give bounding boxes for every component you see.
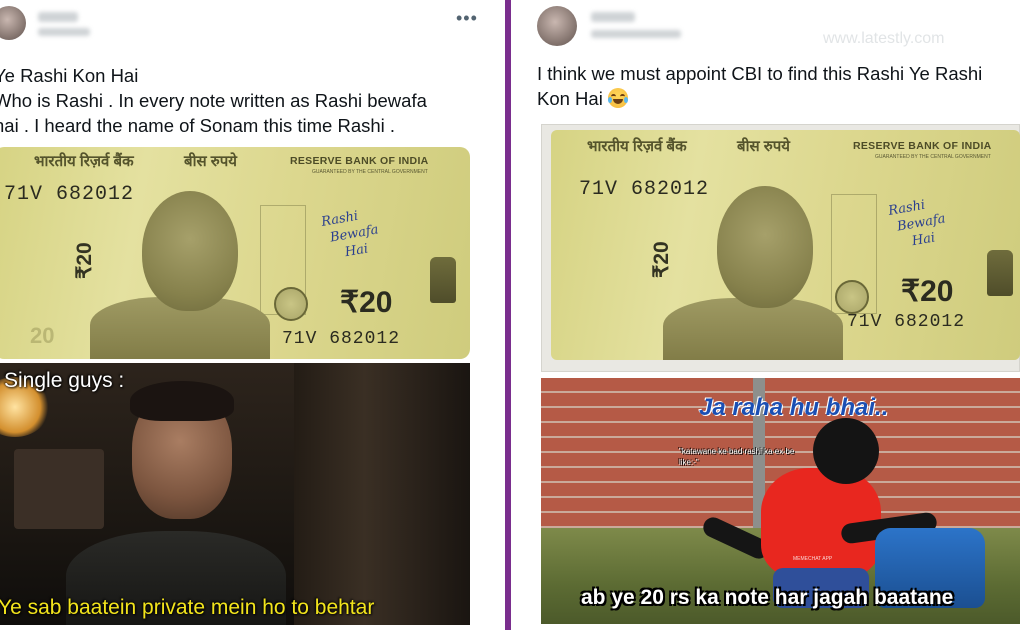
background-frame: [14, 449, 104, 529]
note-rbi-title: RESERVE BANK OF INDIA: [853, 140, 992, 152]
tweet-text-line-3: hai . I heard the name of Sonam this tim…: [0, 115, 396, 136]
note-handwriting: Rashi Bewafa Hai: [887, 194, 950, 254]
meme-image-single-guys[interactable]: Single guys : Ye sab baatein private mei…: [0, 363, 470, 625]
tweet-text-line-1: I think we must appoint CBI to find this…: [537, 63, 983, 84]
meme-caption-small: "katawane ke bad rashi ka ex be like:-": [679, 447, 795, 467]
note-rbi-title: RESERVE BANK OF INDIA: [290, 155, 429, 167]
note-value: ₹20: [340, 286, 393, 319]
meme-caption-top: Ja raha hu bhai..: [699, 394, 889, 421]
avatar[interactable]: [0, 6, 26, 40]
note-serial-top: 71V 682012: [579, 178, 710, 201]
note-faint-value: 20: [30, 323, 55, 348]
note-hindi-bank-name: भारतीय रिज़र्व बैंक: [587, 138, 687, 155]
left-tweet-card: ••• Ye Rashi Kon Hai Who is Rashi . In e…: [0, 0, 505, 630]
note-guarantee-text: GUARANTEED BY THE CENTRAL GOVERNMENT: [312, 169, 428, 175]
blurred-username[interactable]: [38, 12, 78, 22]
blurred-handle[interactable]: [591, 30, 681, 38]
note-hindi-value: बीस रुपये: [184, 153, 237, 170]
note-guarantee-text: GUARANTEED BY THE CENTRAL GOVERNMENT: [875, 154, 991, 160]
tweet-text-line-2: Kon Hai: [537, 88, 603, 109]
note-rbi-seal: [835, 280, 869, 314]
background-shelf: [294, 363, 470, 625]
monkey-head: [813, 418, 879, 484]
tweet-text-line-1: Ye Rashi Kon Hai: [0, 65, 139, 86]
meme-caption-bottom: Ye sab baatein private mein ho to behtar: [0, 596, 375, 619]
note-rbi-seal: [274, 287, 308, 321]
avatar[interactable]: [537, 6, 577, 46]
meme-image-monkey[interactable]: MEMECHAT APP Ja raha hu bhai.. "katawane…: [541, 378, 1020, 624]
app-watermark: MEMECHAT APP: [793, 556, 833, 562]
right-tweet-card: www.latestly.com I think we must appoint…: [511, 0, 1020, 630]
currency-note-image[interactable]: भारतीय रिज़र्व बैंक बीस रुपये RESERVE BA…: [551, 130, 1020, 360]
blurred-username[interactable]: [591, 12, 635, 22]
note-vertical-value: ₹20: [73, 242, 96, 279]
note-portrait: [142, 191, 238, 311]
note-handwriting: Rashi Bewafa Hai: [320, 205, 383, 265]
site-watermark: www.latestly.com: [823, 30, 945, 47]
meme-caption-bottom: ab ye 20 rs ka note har jagah baatane: [581, 586, 954, 609]
note-serial-bottom: 71V 682012: [282, 329, 401, 349]
note-serial-top: 71V 682012: [4, 183, 135, 206]
note-vertical-value: ₹20: [650, 241, 673, 278]
tweet-text-line-2: Who is Rashi . In every note written as …: [0, 90, 427, 111]
meme-caption-top: Single guys :: [4, 369, 125, 392]
currency-note-image[interactable]: 20 भारतीय रिज़र्व बैंक बीस रुपये RESERVE…: [0, 147, 470, 359]
ashoka-emblem-icon: [987, 250, 1013, 296]
note-value: ₹20: [901, 275, 954, 308]
note-hindi-bank-name: भारतीय रिज़र्व बैंक: [34, 153, 134, 170]
more-horizontal-icon[interactable]: •••: [456, 8, 478, 29]
tweet-text-line-2-wrap: Kon Hai: [537, 86, 628, 111]
note-hindi-value: बीस रुपये: [737, 138, 790, 155]
person-hair: [130, 381, 234, 421]
note-portrait-body: [663, 298, 843, 360]
face-with-tears-of-joy-icon: [607, 88, 628, 108]
ashoka-emblem-icon: [430, 257, 456, 303]
blurred-handle[interactable]: [38, 28, 90, 36]
note-serial-bottom: 71V 682012: [847, 312, 966, 332]
note-portrait: [717, 186, 813, 308]
